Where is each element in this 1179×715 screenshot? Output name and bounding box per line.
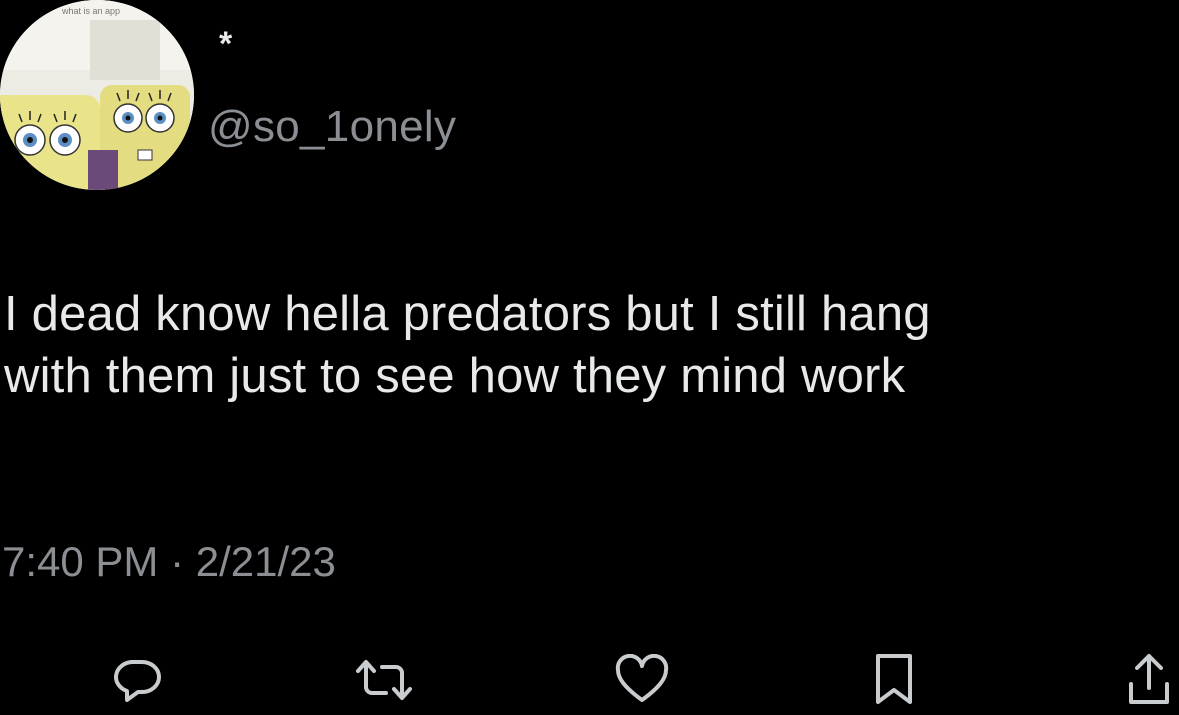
meta-separator: · — [170, 538, 185, 585]
bookmark-icon — [876, 654, 912, 704]
tweet-time: 7:40 PM — [2, 538, 159, 585]
avatar[interactable]: what is an app — [0, 0, 194, 190]
share-icon — [1129, 654, 1169, 704]
reply-icon — [114, 660, 161, 702]
retweet-button[interactable] — [356, 652, 412, 708]
reply-button[interactable] — [109, 652, 165, 708]
avatar-image: what is an app — [0, 0, 194, 190]
tweet-timestamp[interactable]: 7:40 PM · 2/21/23 — [2, 537, 336, 587]
bookmark-button[interactable] — [866, 652, 922, 708]
avatar-caption: what is an app — [61, 6, 120, 16]
tweet-actions — [0, 652, 1179, 712]
share-button[interactable] — [1121, 652, 1177, 708]
user-handle[interactable]: @so_1onely — [208, 102, 456, 151]
tweet-card: what is an app * @so_1onely I dead know … — [0, 0, 1179, 715]
display-name[interactable]: * — [219, 27, 232, 61]
tweet-text: I dead know hella predators but I still … — [4, 287, 931, 403]
like-button[interactable] — [614, 652, 670, 708]
tweet-date: 2/21/23 — [195, 538, 336, 585]
retweet-icon — [356, 660, 412, 700]
heart-icon — [615, 654, 669, 702]
